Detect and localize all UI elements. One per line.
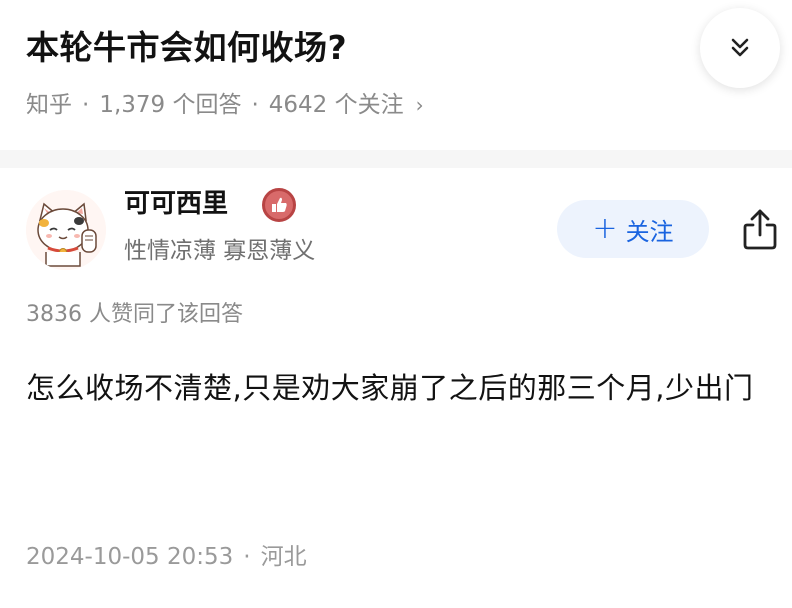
lucky-cat-icon: [26, 190, 106, 270]
question-header: 本轮牛市会如何收场? 知乎 · 1,379 个回答 · 4642 个关注 ›: [0, 0, 792, 150]
avatar[interactable]: [26, 190, 106, 270]
thumbs-up-badge-icon: [262, 188, 296, 222]
author-name[interactable]: 可可西里: [124, 186, 228, 222]
answer-card: 可可西里 性情凉薄 寡恩薄义 + 关注 3836 人赞同了该回答 怎么收场不清楚…: [0, 168, 792, 608]
meta-separator: ·: [251, 92, 259, 118]
follow-button-label: 关注: [625, 217, 674, 246]
answer-content[interactable]: 怎么收场不清楚,只是劝大家崩了之后的那三个月,少出门: [26, 358, 766, 418]
collapse-button[interactable]: [700, 8, 780, 88]
question-meta[interactable]: 知乎 · 1,379 个回答 · 4642 个关注 ›: [26, 88, 424, 122]
follower-count: 4642 个关注: [268, 92, 404, 118]
share-icon: [743, 209, 777, 250]
double-chevron-down-icon: [731, 38, 749, 57]
share-button[interactable]: [738, 204, 782, 254]
author-bio: 性情凉薄 寡恩薄义: [124, 238, 316, 264]
footer-separator: ·: [243, 544, 251, 570]
plus-icon: +: [592, 211, 618, 246]
section-divider: [0, 150, 792, 168]
follow-button[interactable]: + 关注: [557, 200, 709, 258]
answer-footer: 2024-10-05 20:53 · 河北: [26, 540, 307, 574]
answer-location: 河北: [260, 544, 307, 570]
question-source: 知乎: [26, 92, 72, 118]
vote-summary: 3836 人赞同了该回答: [26, 302, 243, 327]
question-title[interactable]: 本轮牛市会如何收场?: [26, 26, 347, 70]
answer-count: 1,379 个回答: [99, 92, 242, 118]
meta-separator: ·: [82, 92, 90, 118]
answer-timestamp: 2024-10-05 20:53: [26, 544, 234, 570]
chevron-right-icon: ›: [415, 93, 424, 117]
